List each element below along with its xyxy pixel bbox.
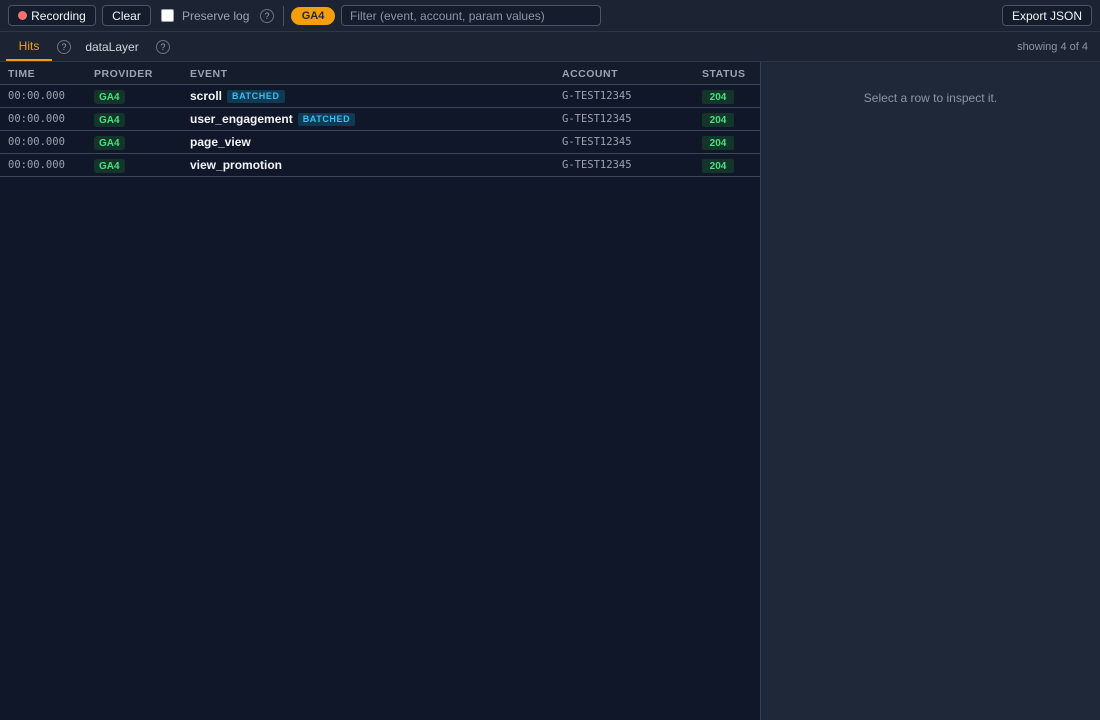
event-name: page_view: [190, 135, 251, 149]
row-count-status: showing 4 of 4: [1017, 41, 1088, 53]
batched-badge: BATCHED: [227, 89, 285, 103]
provider-badge: GA4: [94, 90, 125, 104]
status-badge: 204: [702, 90, 734, 104]
tab-datalayer[interactable]: dataLayer: [76, 32, 148, 61]
column-header-status: STATUS: [702, 68, 746, 80]
provider-badge: GA4: [94, 113, 125, 127]
provider-filter-ga4[interactable]: GA4: [291, 7, 335, 25]
hit-account: G-TEST12345: [562, 136, 632, 148]
preserve-log-label: Preserve log: [182, 9, 250, 23]
toolbar: Recording Clear Preserve log ? GA4 Expor…: [0, 0, 1100, 32]
event-name: user_engagement: [190, 112, 293, 126]
hit-time: 00:00.000: [8, 90, 65, 102]
status-badge: 204: [702, 113, 734, 127]
table-row[interactable]: 00:00.000 GA4 scroll BATCHED G-TEST12345…: [0, 85, 760, 108]
recording-button[interactable]: Recording: [8, 5, 96, 26]
tab-hits[interactable]: Hits: [6, 32, 52, 61]
status-badge: 204: [702, 136, 734, 150]
provider-badge: GA4: [94, 136, 125, 150]
column-header-account: ACCOUNT: [562, 68, 618, 80]
column-header-time: TIME: [8, 68, 36, 80]
hits-help-icon[interactable]: ?: [57, 40, 71, 54]
hit-account: G-TEST12345: [562, 113, 632, 125]
hit-event: scroll BATCHED: [190, 89, 285, 103]
recording-dot-icon: [18, 11, 28, 20]
filter-input[interactable]: [341, 5, 601, 26]
hit-time: 00:00.000: [8, 136, 65, 148]
clear-button[interactable]: Clear: [102, 5, 151, 26]
column-header-event: EVENT: [190, 68, 228, 80]
event-name: scroll: [190, 89, 223, 103]
inspector-empty-message: Select a row to inspect it.: [863, 91, 998, 105]
hits-table: TIME PROVIDER EVENT ACCOUNT STATUS 00:00…: [0, 62, 760, 720]
provider-badge: GA4: [94, 159, 125, 173]
hit-time: 00:00.000: [8, 113, 65, 125]
status-badge: 204: [702, 159, 734, 173]
preserve-log-help-icon[interactable]: ?: [260, 9, 274, 23]
export-json-button[interactable]: Export JSON: [1002, 5, 1092, 26]
table-header: TIME PROVIDER EVENT ACCOUNT STATUS: [0, 62, 760, 85]
datalayer-help-icon[interactable]: ?: [156, 40, 170, 54]
hit-time: 00:00.000: [8, 159, 65, 171]
hit-event: user_engagement BATCHED: [190, 112, 356, 126]
hit-account: G-TEST12345: [562, 159, 632, 171]
recording-label: Recording: [31, 8, 86, 23]
table-row[interactable]: 00:00.000 GA4 user_engagement BATCHED G-…: [0, 108, 760, 131]
hit-account: G-TEST12345: [562, 90, 632, 102]
batched-badge: BATCHED: [297, 112, 356, 126]
toolbar-divider: [283, 6, 284, 26]
preserve-log-checkbox[interactable]: [161, 9, 174, 22]
hit-event: page_view: [190, 135, 251, 149]
tab-bar: Hits ? dataLayer ? showing 4 of 4: [0, 32, 1100, 62]
column-header-provider: PROVIDER: [94, 68, 153, 80]
table-row[interactable]: 00:00.000 GA4 view_promotion G-TEST12345…: [0, 154, 760, 177]
hit-event: view_promotion: [190, 158, 282, 172]
event-name: view_promotion: [190, 158, 283, 172]
table-row[interactable]: 00:00.000 GA4 page_view G-TEST12345 204: [0, 131, 760, 154]
inspector-panel: Select a row to inspect it.: [761, 62, 1100, 720]
